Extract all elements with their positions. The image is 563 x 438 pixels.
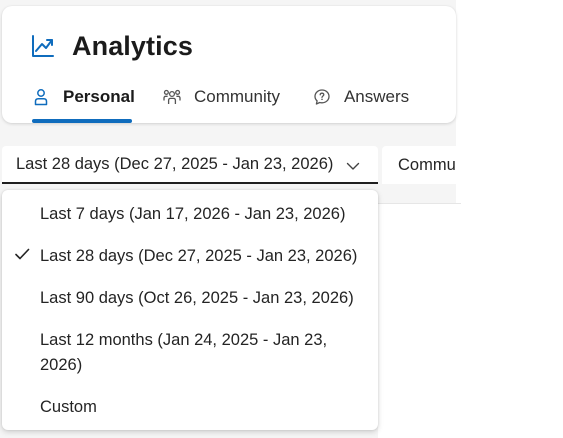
tab-community-label: Community [194,87,280,106]
date-option-last-90-days[interactable]: Last 90 days (Oct 26, 2025 - Jan 23, 202… [2,278,378,320]
tab-community[interactable]: Community [163,80,280,114]
tab-answers[interactable]: Answers [313,80,409,114]
date-range-selected-value: Last 28 days (Dec 27, 2025 - Jan 23, 202… [16,154,334,173]
chevron-down-icon [345,158,361,174]
tab-answers-label: Answers [343,87,410,106]
date-option-last-7-days[interactable]: Last 7 days (Jan 17, 2026 - Jan 23, 2026… [2,194,378,236]
community-filter-value: Community [398,155,456,174]
option-label: Last 90 days (Oct 26, 2025 - Jan 23, 202… [40,289,354,307]
analytics-page: Analytics Personal Community Answers Las… [0,0,563,438]
date-range-dropdown[interactable]: Last 28 days (Dec 27, 2025 - Jan 23, 202… [2,146,378,184]
date-option-last-12-months[interactable]: Last 12 months (Jan 24, 2025 - Jan 23, 2… [2,320,378,387]
option-label: Last 7 days (Jan 17, 2026 - Jan 23, 2026… [40,205,346,223]
page-title: Analytics [72,30,193,61]
chat-help-icon [313,88,331,106]
community-filter-dropdown[interactable]: Community [382,146,456,184]
people-community-icon [163,88,181,106]
title-row: Analytics [30,28,193,64]
trend-up-icon [30,33,56,59]
tab-personal[interactable]: Personal [32,80,135,114]
analytics-tabs: Personal Community Answers [32,80,409,120]
tab-personal-label: Personal [63,87,135,106]
date-option-custom[interactable]: Custom [2,387,378,429]
content-panel [378,203,461,438]
date-option-last-28-days[interactable]: Last 28 days (Dec 27, 2025 - Jan 23, 202… [2,236,378,278]
person-icon [32,88,50,106]
option-label: Last 12 months (Jan 24, 2025 - Jan 23, 2… [40,331,328,374]
active-tab-indicator [32,119,132,123]
option-label: Custom [40,398,97,416]
blank-area [456,0,563,438]
option-label: Last 28 days (Dec 27, 2025 - Jan 23, 202… [40,247,358,265]
checkmark-icon [14,246,30,262]
date-range-listbox: Last 7 days (Jan 17, 2026 - Jan 23, 2026… [2,190,378,430]
